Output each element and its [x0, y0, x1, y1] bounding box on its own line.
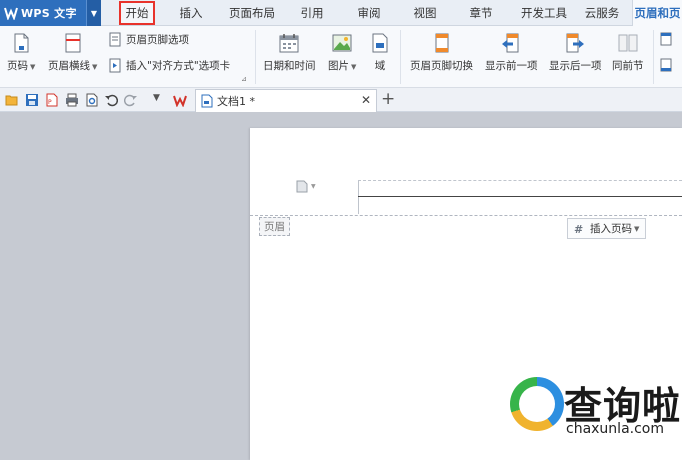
- close-icon[interactable]: ✕: [361, 93, 371, 107]
- document-icon: [201, 94, 213, 108]
- tab-references[interactable]: 引用: [293, 0, 331, 26]
- header-line-icon: [65, 33, 81, 53]
- same-as-previous-button[interactable]: 同前节: [612, 32, 644, 73]
- insert-align-tab-label: 插入"对齐方式"选项卡: [126, 60, 231, 72]
- tab-header-footer[interactable]: 页眉和页: [632, 0, 682, 26]
- date-time-label: 日期和时间: [263, 60, 316, 72]
- chevron-down-icon: ▼: [30, 63, 36, 71]
- insert-align-tab-icon: [109, 58, 121, 73]
- margin-guide-line: [358, 180, 682, 181]
- page-number-label: 页码: [7, 60, 28, 72]
- insert-page-number-label: 插入页码: [590, 223, 632, 235]
- print-icon[interactable]: [65, 93, 79, 107]
- margin-corner-mark: [358, 180, 359, 214]
- app-name: WPS 文字: [21, 7, 77, 20]
- header-footer-options-button[interactable]: 页眉页脚选项: [108, 32, 189, 47]
- dialog-launcher-icon[interactable]: ⊿: [241, 75, 247, 83]
- redo-icon[interactable]: [124, 93, 138, 107]
- save-icon[interactable]: [25, 93, 39, 107]
- calendar-icon: [279, 34, 299, 53]
- field-icon: [372, 33, 388, 53]
- header-label: 页眉: [259, 217, 290, 236]
- header-line-button[interactable]: 页眉横线 ▼: [48, 32, 97, 73]
- insert-page-number-icon: #: [574, 223, 583, 235]
- tab-start[interactable]: 开始: [119, 1, 155, 25]
- plus-icon[interactable]: +: [381, 89, 395, 109]
- picture-label: 图片: [328, 60, 349, 72]
- tab-view[interactable]: 视图: [406, 0, 444, 26]
- chevron-down-icon: ▼: [351, 63, 357, 71]
- arrow-left-icon: [502, 33, 519, 53]
- chevron-down-icon: ▼: [634, 224, 640, 233]
- show-previous-button[interactable]: 显示前一项: [485, 32, 538, 73]
- show-next-label: 显示后一项: [549, 60, 602, 72]
- picture-icon: [332, 34, 352, 52]
- same-as-previous-label: 同前节: [612, 60, 644, 72]
- date-time-button[interactable]: 日期和时间: [263, 32, 316, 73]
- header-footer-switch-label: 页眉页脚切换: [410, 60, 473, 72]
- chevron-down-icon[interactable]: ▼: [153, 93, 160, 103]
- tab-developer-tools[interactable]: 开发工具: [516, 0, 572, 26]
- document-tab-title: 文档1 *: [217, 95, 255, 108]
- undo-icon[interactable]: [104, 93, 118, 107]
- same-as-previous-icon: [618, 34, 638, 52]
- page-setup-icon[interactable]: [660, 32, 672, 46]
- export-pdf-icon[interactable]: P: [45, 93, 59, 107]
- header-footer-options-icon: [109, 32, 121, 47]
- open-folder-icon[interactable]: [5, 93, 19, 107]
- ribbon: 页码 ▼ 页眉横线 ▼ 页眉页脚选项 插入"对齐方式"选项卡 ⊿ 日期和时间 图…: [0, 26, 682, 88]
- print-preview-icon[interactable]: [85, 93, 99, 107]
- close-header-footer-icon[interactable]: [660, 58, 672, 72]
- page-number-icon: [14, 33, 29, 53]
- watermark-en-text: chaxunla.com: [566, 421, 664, 437]
- field-label: 域: [374, 60, 386, 72]
- page-icon: [296, 180, 308, 193]
- ribbon-separator: [255, 30, 256, 84]
- site-watermark: 查询啦 chaxunla.com: [508, 373, 682, 460]
- arrow-right-icon: [566, 33, 585, 53]
- chevron-down-icon: ▼: [311, 183, 316, 190]
- quick-access-toolbar: P ▼ 文档1 * ✕ +: [0, 88, 682, 112]
- header-footer-switch-icon: [435, 33, 448, 53]
- document-tab[interactable]: 文档1 * ✕: [195, 89, 377, 112]
- header-options-dropdown[interactable]: ▼: [296, 180, 316, 193]
- chevron-down-icon: ▼: [92, 63, 98, 71]
- tab-page-layout[interactable]: 页面布局: [224, 0, 280, 26]
- ribbon-separator: [653, 30, 654, 84]
- tab-insert[interactable]: 插入: [172, 0, 210, 26]
- svg-text:#: #: [574, 223, 583, 235]
- header-boundary: [250, 215, 682, 216]
- wps-office-icon[interactable]: [173, 93, 187, 107]
- header-footer-options-label: 页眉页脚选项: [126, 34, 189, 46]
- show-previous-label: 显示前一项: [485, 60, 538, 72]
- header-footer-switch-button[interactable]: 页眉页脚切换: [410, 32, 473, 73]
- tab-review[interactable]: 审阅: [350, 0, 388, 26]
- tab-cloud-service[interactable]: 云服务: [580, 0, 624, 26]
- insert-page-number-button[interactable]: # 插入页码 ▼: [567, 218, 647, 239]
- watermark-logo-icon: [510, 377, 564, 431]
- insert-align-tab-button[interactable]: 插入"对齐方式"选项卡: [108, 58, 230, 73]
- ribbon-separator: [400, 30, 401, 84]
- chevron-down-icon[interactable]: ▼: [86, 0, 101, 26]
- header-line-label: 页眉横线: [48, 60, 90, 72]
- header-underline: [358, 196, 682, 197]
- menu-bar: WPS 文字 ▼ 开始 插入 页面布局 引用 审阅 视图 章节 开发工具 云服务…: [0, 0, 682, 26]
- picture-button[interactable]: 图片 ▼: [328, 32, 356, 73]
- page-number-button[interactable]: 页码 ▼: [7, 32, 35, 73]
- wps-logo-icon: [4, 7, 18, 20]
- app-menu-button[interactable]: WPS 文字 ▼: [0, 0, 101, 26]
- svg-text:P: P: [48, 99, 52, 106]
- tab-chapter[interactable]: 章节: [462, 0, 500, 26]
- field-button[interactable]: 域: [369, 32, 391, 73]
- show-next-button[interactable]: 显示后一项: [549, 32, 602, 73]
